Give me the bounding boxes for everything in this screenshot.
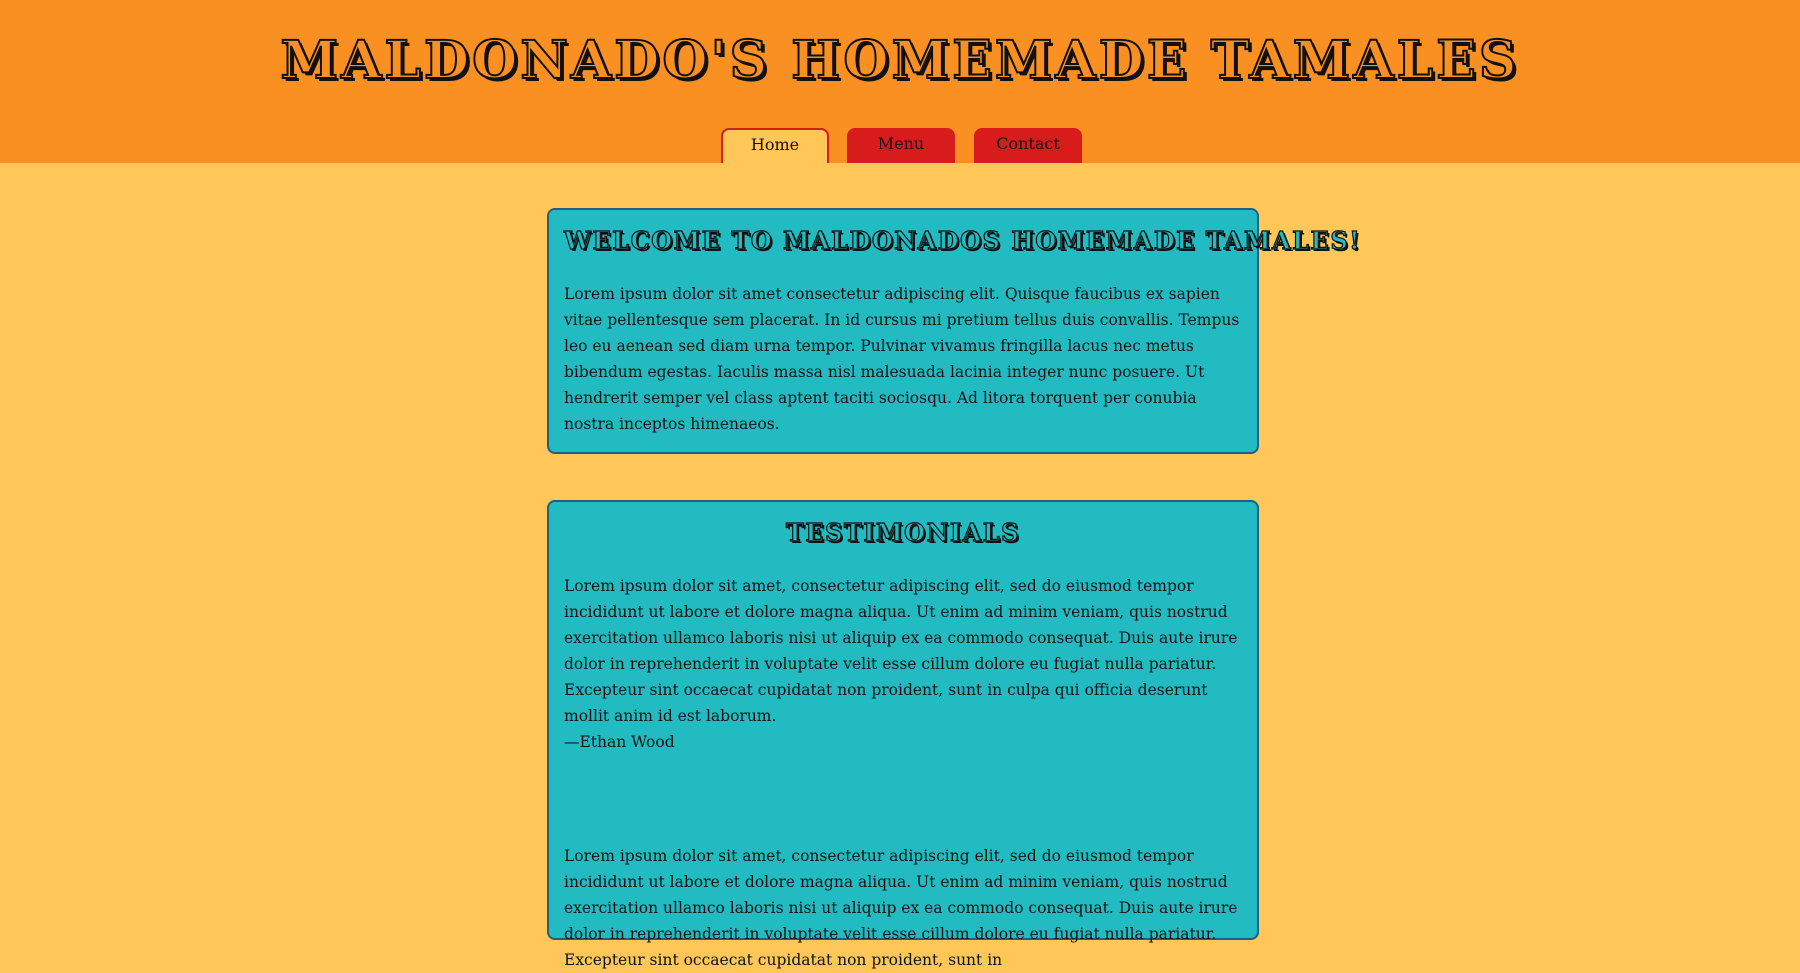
testimonials-heading: TESTIMONIALS bbox=[785, 517, 1021, 547]
welcome-heading: WELCOME TO MALDONADOS HOMEMADE TAMALES! bbox=[563, 225, 1362, 255]
welcome-text: Lorem ipsum dolor sit amet consectetur a… bbox=[564, 285, 1240, 433]
site-header: MALDONADO'S HOMEMADE TAMALES Home Menu C… bbox=[0, 0, 1800, 163]
main-nav: Home Menu Contact bbox=[0, 128, 1800, 163]
nav-tab-menu[interactable]: Menu bbox=[847, 128, 955, 163]
testimonial-text: Lorem ipsum dolor sit amet, consectetur … bbox=[564, 847, 1238, 969]
testimonial-author: —Ethan Wood bbox=[564, 733, 675, 751]
nav-tab-home[interactable]: Home bbox=[721, 128, 829, 163]
site-title: MALDONADO'S HOMEMADE TAMALES bbox=[280, 29, 1520, 92]
welcome-card: WELCOME TO MALDONADOS HOMEMADE TAMALES! … bbox=[547, 208, 1362, 454]
testimonial-text: Lorem ipsum dolor sit amet, consectetur … bbox=[564, 577, 1238, 725]
testimonial-spacer bbox=[564, 755, 1242, 843]
testimonials-card: TESTIMONIALS Lorem ipsum dolor sit amet,… bbox=[547, 500, 1259, 969]
nav-tab-contact[interactable]: Contact bbox=[974, 128, 1082, 163]
